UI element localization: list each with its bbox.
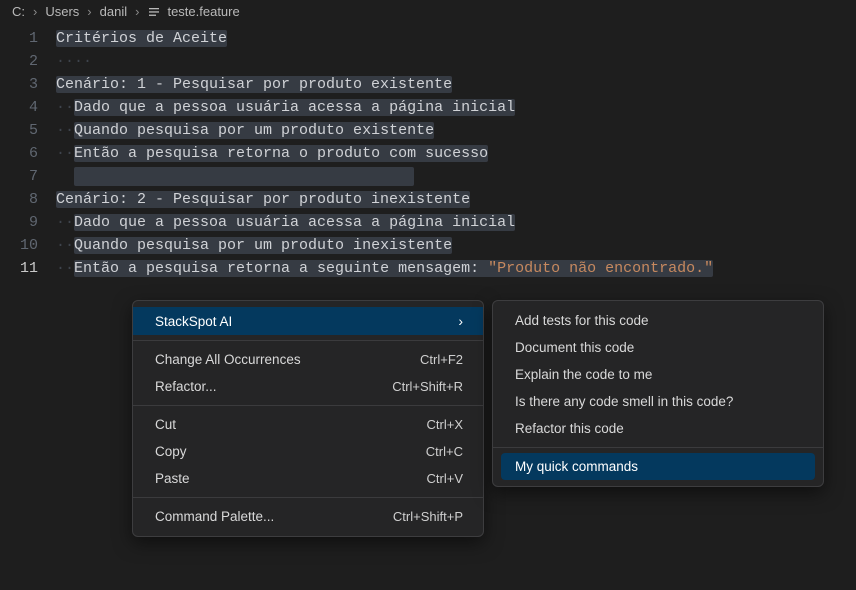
menu-item-label: StackSpot AI bbox=[155, 314, 232, 329]
menu-separator bbox=[133, 405, 483, 406]
menu-item-refactor-this[interactable]: Refactor this code bbox=[493, 415, 823, 442]
line-number: 10 bbox=[0, 234, 56, 257]
menu-shortcut: Ctrl+X bbox=[427, 417, 463, 432]
line-number: 3 bbox=[0, 73, 56, 96]
breadcrumb: C: › Users › danil › teste.feature bbox=[0, 0, 856, 25]
code-text: Dado que a pessoa usuária acessa a págin… bbox=[74, 214, 515, 231]
line-number: 2 bbox=[0, 50, 56, 73]
menu-item-command-palette[interactable]: Command Palette... Ctrl+Shift+P bbox=[133, 503, 483, 530]
code-string: "Produto não encontrado." bbox=[488, 260, 713, 277]
menu-separator bbox=[133, 497, 483, 498]
menu-item-label: Add tests for this code bbox=[515, 313, 649, 328]
menu-item-label: Paste bbox=[155, 471, 190, 486]
menu-shortcut: Ctrl+Shift+P bbox=[393, 509, 463, 524]
chevron-right-icon: › bbox=[83, 4, 95, 19]
code-text: Critérios de Aceite bbox=[56, 30, 227, 47]
line-number: 8 bbox=[0, 188, 56, 211]
menu-item-label: My quick commands bbox=[515, 459, 638, 474]
menu-item-label: Refactor this code bbox=[515, 421, 624, 436]
menu-item-label: Is there any code smell in this code? bbox=[515, 394, 733, 409]
code-text: Quando pesquisa por um produto inexisten… bbox=[74, 237, 452, 254]
line-number: 5 bbox=[0, 119, 56, 142]
menu-shortcut: Ctrl+C bbox=[426, 444, 463, 459]
code-text: Cenário: 1 - Pesquisar por produto exist… bbox=[56, 76, 452, 93]
menu-item-label: Document this code bbox=[515, 340, 634, 355]
menu-item-label: Change All Occurrences bbox=[155, 352, 301, 367]
breadcrumb-users[interactable]: Users bbox=[45, 4, 79, 19]
selection-block bbox=[74, 167, 414, 186]
menu-item-label: Refactor... bbox=[155, 379, 217, 394]
breadcrumb-root[interactable]: C: bbox=[12, 4, 25, 19]
menu-item-label: Explain the code to me bbox=[515, 367, 652, 382]
code-text: Dado que a pessoa usuária acessa a págin… bbox=[74, 99, 515, 116]
menu-item-refactor[interactable]: Refactor... Ctrl+Shift+R bbox=[133, 373, 483, 400]
chevron-right-icon: › bbox=[29, 4, 41, 19]
menu-item-paste[interactable]: Paste Ctrl+V bbox=[133, 465, 483, 492]
breadcrumb-user[interactable]: danil bbox=[100, 4, 127, 19]
line-number: 1 bbox=[0, 27, 56, 50]
line-number: 9 bbox=[0, 211, 56, 234]
chevron-right-icon: › bbox=[131, 4, 143, 19]
menu-item-label: Copy bbox=[155, 444, 187, 459]
code-editor[interactable]: 1Critérios de Aceite 2···· 3Cenário: 1 -… bbox=[0, 25, 856, 280]
line-number: 7 bbox=[0, 165, 56, 188]
chevron-right-icon: › bbox=[458, 313, 463, 329]
context-submenu: Add tests for this code Document this co… bbox=[492, 300, 824, 487]
menu-shortcut: Ctrl+F2 bbox=[420, 352, 463, 367]
menu-item-label: Cut bbox=[155, 417, 176, 432]
menu-item-change-all[interactable]: Change All Occurrences Ctrl+F2 bbox=[133, 346, 483, 373]
menu-shortcut: Ctrl+Shift+R bbox=[392, 379, 463, 394]
line-number: 11 bbox=[0, 257, 56, 280]
menu-item-cut[interactable]: Cut Ctrl+X bbox=[133, 411, 483, 438]
code-text: Então a pesquisa retorna a seguinte mens… bbox=[74, 260, 488, 277]
menu-item-document[interactable]: Document this code bbox=[493, 334, 823, 361]
context-menu: StackSpot AI › Change All Occurrences Ct… bbox=[132, 300, 484, 537]
line-number: 6 bbox=[0, 142, 56, 165]
menu-item-copy[interactable]: Copy Ctrl+C bbox=[133, 438, 483, 465]
menu-item-add-tests[interactable]: Add tests for this code bbox=[493, 307, 823, 334]
breadcrumb-file[interactable]: teste.feature bbox=[167, 4, 239, 19]
menu-item-explain[interactable]: Explain the code to me bbox=[493, 361, 823, 388]
menu-separator bbox=[133, 340, 483, 341]
menu-item-code-smell[interactable]: Is there any code smell in this code? bbox=[493, 388, 823, 415]
menu-item-label: Command Palette... bbox=[155, 509, 274, 524]
menu-shortcut: Ctrl+V bbox=[427, 471, 463, 486]
code-text: Quando pesquisa por um produto existente bbox=[74, 122, 434, 139]
line-number: 4 bbox=[0, 96, 56, 119]
menu-item-stackspot[interactable]: StackSpot AI › bbox=[133, 307, 483, 335]
file-icon bbox=[147, 5, 161, 19]
menu-separator bbox=[493, 447, 823, 448]
code-text: Então a pesquisa retorna o produto com s… bbox=[74, 145, 488, 162]
menu-item-my-quick-commands[interactable]: My quick commands bbox=[501, 453, 815, 480]
code-text: Cenário: 2 - Pesquisar por produto inexi… bbox=[56, 191, 470, 208]
